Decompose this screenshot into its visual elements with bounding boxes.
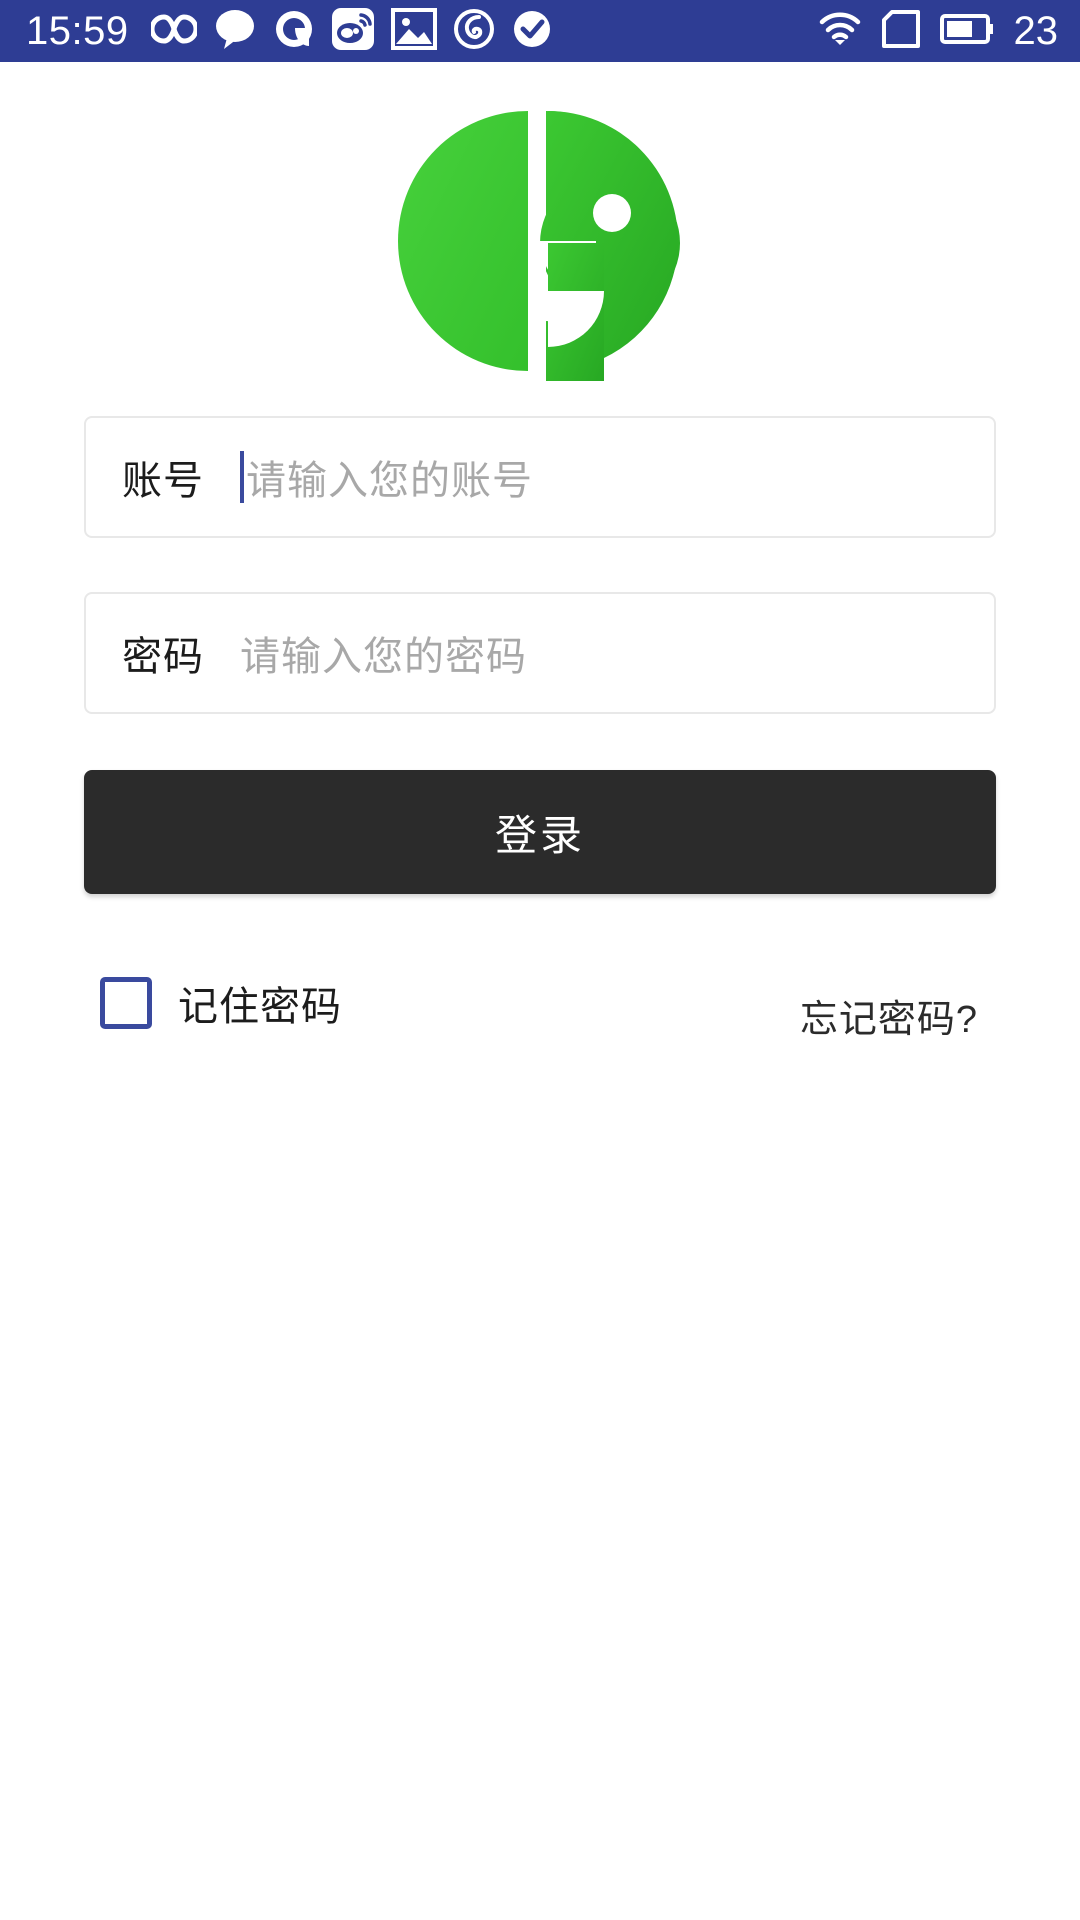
logo-area	[0, 62, 1080, 386]
password-input-field[interactable]: 密码 请输入您的密码	[84, 592, 996, 714]
text-cursor	[240, 451, 244, 503]
netease-music-icon	[453, 8, 495, 55]
battery-icon	[939, 12, 994, 51]
photo-gallery-icon	[390, 7, 437, 55]
battery-percentage-label: 23	[1013, 9, 1059, 53]
password-input-wrap[interactable]: 请输入您的密码	[240, 624, 958, 682]
speech-bubble-icon	[213, 8, 257, 55]
app-logo-icon	[398, 111, 680, 386]
qq-icon	[273, 8, 315, 55]
account-input-field[interactable]: 账号 请输入您的账号	[84, 416, 996, 538]
status-bar: 15:59 23	[0, 0, 1080, 62]
remember-password-checkbox[interactable]	[100, 976, 152, 1029]
sim-card-icon	[880, 9, 922, 54]
login-button[interactable]: 登录	[84, 770, 996, 894]
account-placeholder: 请输入您的账号	[246, 459, 533, 503]
status-bar-right-group: 23	[818, 9, 1059, 54]
password-label: 密码	[122, 635, 204, 679]
checkmark-circle-icon	[511, 8, 553, 55]
remember-password-label: 记住密码	[178, 984, 342, 1029]
status-bar-left-group: 15:59	[26, 7, 818, 56]
account-label: 账号	[122, 459, 204, 503]
login-form: 账号 请输入您的账号 密码 请输入您的密码 登录 记住密码 忘记密码?	[0, 416, 1080, 1043]
infinity-icon	[149, 11, 199, 52]
weibo-icon	[331, 7, 375, 56]
forgot-password-link[interactable]: 忘记密码?	[800, 988, 978, 1043]
options-row: 记住密码 忘记密码?	[84, 962, 996, 1043]
remember-password-group[interactable]: 记住密码	[100, 974, 342, 1032]
wifi-icon	[818, 11, 862, 52]
password-placeholder: 请输入您的密码	[240, 635, 527, 679]
status-bar-clock: 15:59	[26, 9, 129, 53]
account-input-wrap[interactable]: 请输入您的账号	[240, 448, 958, 506]
